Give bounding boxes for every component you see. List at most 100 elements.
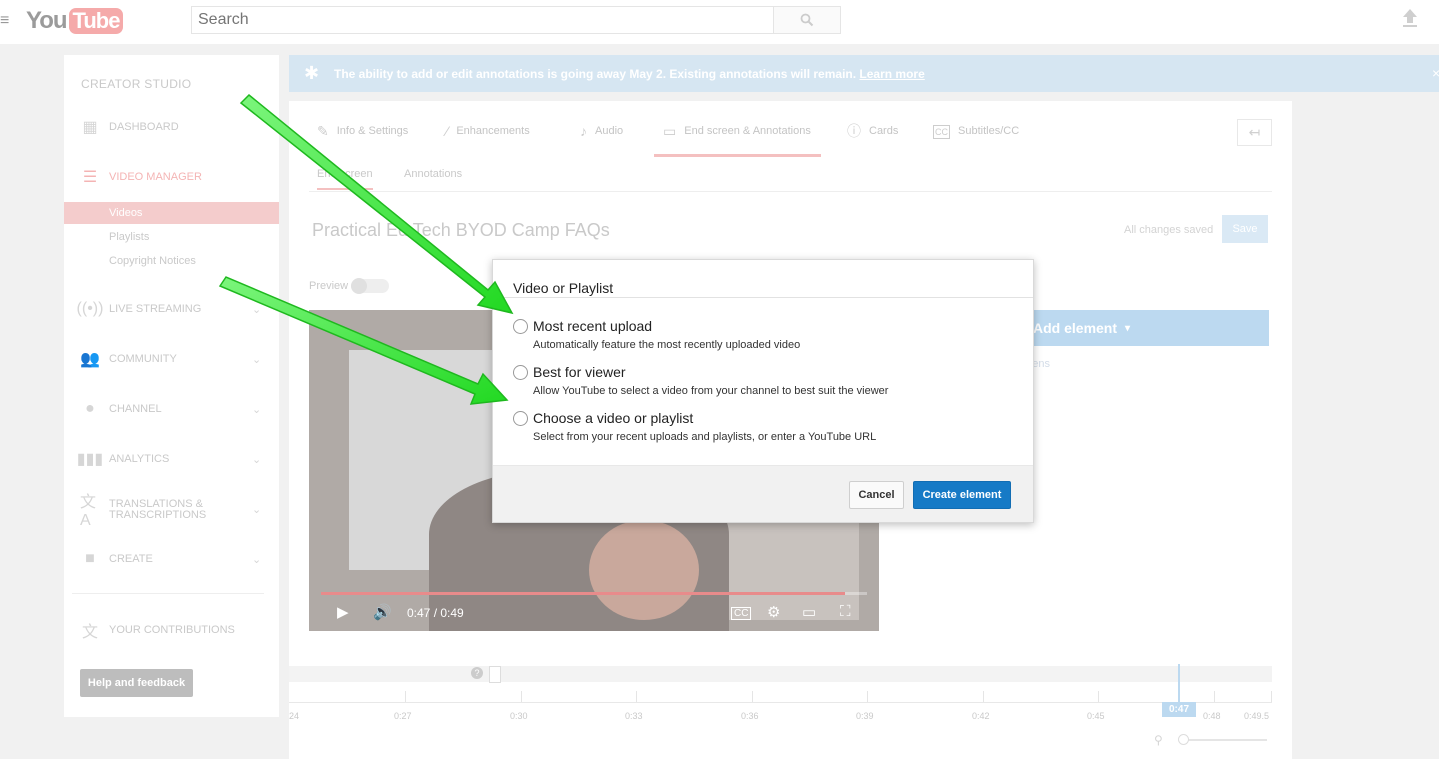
save-button[interactable]: Save [1222,215,1268,243]
translate-icon: 文A [80,494,97,529]
tab-subtitles[interactable]: CC Subtitles/CC [933,125,1019,157]
cc-icon: CC [933,125,950,139]
timeline-tick: 0:30 [510,711,528,721]
tick-line [867,691,868,702]
preview-toggle[interactable] [351,278,389,294]
timeline-ruler [289,702,1272,703]
tick-line [1214,691,1215,702]
search-button[interactable] [773,6,841,34]
youtube-logo[interactable]: You Tube [26,6,124,36]
zoom-slider-knob[interactable] [1178,734,1189,745]
subtab-annotations[interactable]: Annotations [404,168,462,190]
upload-icon[interactable] [1402,8,1422,30]
back-button[interactable]: ↤ [1237,119,1272,146]
tick-line [521,691,522,702]
radio-most-recent-upload[interactable] [513,319,528,334]
sidebar-subitem-copyright[interactable]: Copyright Notices [64,250,279,272]
tab-info-settings[interactable]: ✎ Info & Settings [317,124,408,157]
sidebar-item-label: VIDEO MANAGER [109,170,202,183]
sidebar-divider [72,593,264,594]
chevron-down-icon: ▾ [1125,322,1131,334]
sidebar-item-create[interactable]: ■ CREATE ⌄ [64,547,279,571]
back-arrow-icon: ↤ [1248,124,1261,140]
tab-enhancements[interactable]: ⁄ Enhancements [446,123,530,157]
sidebar-item-community[interactable]: 👥 COMMUNITY ⌄ [64,347,279,371]
tab-label: Enhancements [456,125,530,137]
search-input[interactable] [191,6,774,34]
tab-label: Subtitles/CC [958,125,1020,137]
play-icon[interactable]: ▶ [337,603,349,621]
menu-icon[interactable]: ≡ [0,12,10,30]
radio-best-for-viewer[interactable] [513,365,528,380]
video-progress-fill [321,592,846,595]
learn-more-link[interactable]: Learn more [859,67,924,81]
sidebar-item-label: COMMUNITY [109,352,177,365]
tab-audio[interactable]: ♪ Audio [580,124,624,157]
help-icon[interactable]: ? [471,667,483,679]
tab-cards[interactable]: ⓘ Cards [847,123,898,157]
option-label: Choose a video or playlist [533,410,694,426]
tick-line [1271,691,1272,702]
chevron-down-icon: ⌄ [252,353,262,366]
tick-line [752,691,753,702]
dialog-divider [493,297,1033,298]
cast-icon[interactable]: ▭ [802,603,816,621]
tick-line [636,691,637,702]
timeline-tick: 24 [289,711,300,721]
create-icon: ■ [85,550,95,567]
dialog-footer: Cancel Create element [493,465,1033,522]
sidebar-subitem-playlists[interactable]: Playlists [64,226,279,248]
end-screen-icon: ▭ [663,123,677,139]
timeline-handle[interactable] [489,666,501,683]
option-label: Most recent upload [533,318,653,334]
chevron-down-icon: ⌄ [252,553,262,566]
captions-icon[interactable]: CC [731,607,752,620]
video-progress-bar[interactable] [321,592,867,595]
sidebar-item-analytics[interactable]: ▮▮▮ ANALYTICS ⌄ [64,447,279,471]
sidebar-item-contributions[interactable]: 文 YOUR CONTRIBUTIONS [64,618,279,642]
logo-you: You [26,7,68,34]
cancel-button[interactable]: Cancel [849,481,904,509]
add-element-label: Add element [1033,320,1118,336]
announcement-banner: ✱ The ability to add or edit annotations… [289,55,1439,92]
sidebar-item-live-streaming[interactable]: ((•)) LIVE STREAMING ⌄ [64,297,279,321]
video-playlist-dialog: Video or Playlist Most recent upload Aut… [492,259,1034,523]
chevron-down-icon: ⌄ [252,403,262,416]
sidebar-item-label-line2: TRANSCRIPTIONS [109,509,207,521]
masthead: ≡ You Tube [0,0,1439,44]
magic-wand-icon: ⁄ [446,123,449,139]
timeline-playhead[interactable] [1178,664,1180,704]
playhead-time: 0:47 [1162,702,1196,717]
create-element-button[interactable]: Create element [913,481,1011,509]
gear-icon[interactable]: ⚙ [767,603,780,621]
tab-end-screen[interactable]: ▭ End screen & Annotations [654,123,821,157]
sidebar-item-dashboard[interactable]: ▦ DASHBOARD [64,115,279,139]
sidebar-item-channel[interactable]: ● CHANNEL ⌄ [64,397,279,421]
fullscreen-icon[interactable]: ⛶ [840,603,851,620]
volume-icon[interactable]: 🔊 [373,603,392,621]
timeline-tick: 0:48 [1203,711,1221,721]
close-icon[interactable]: × [1432,65,1439,81]
info-icon: ⓘ [847,123,861,139]
sidebar-item-label: CHANNEL [109,402,162,415]
tick-line [405,691,406,702]
tab-label: End screen & Annotations [684,125,811,137]
zoom-slider[interactable] [1182,739,1267,741]
help-feedback-button[interactable]: Help and feedback [80,669,193,697]
add-element-button[interactable]: Add element ▾ [1009,310,1269,346]
subtab-end-screen[interactable]: End screen [317,168,373,190]
sidebar-item-label: LIVE STREAMING [109,302,202,315]
sidebar-subitem-videos[interactable]: Videos [64,202,279,224]
timeline-tick: 0:36 [741,711,759,721]
live-streaming-icon: ((•)) [76,300,104,317]
chevron-down-icon: ⌄ [252,503,262,516]
sidebar-item-label: ANALYTICS [109,452,170,465]
timeline-track[interactable] [289,666,1272,682]
sidebar-item-label: YOUR CONTRIBUTIONS [109,623,235,636]
tab-label: Audio [595,125,624,137]
radio-choose-video[interactable] [513,411,528,426]
chevron-down-icon: ⌄ [252,453,262,466]
sidebar-item-translations[interactable]: 文A TRANSLATIONS & TRANSCRIPTIONS ⌄ [64,494,279,529]
sidebar-item-video-manager[interactable]: ☰ VIDEO MANAGER [64,165,279,189]
timeline-tick: 0:42 [972,711,990,721]
